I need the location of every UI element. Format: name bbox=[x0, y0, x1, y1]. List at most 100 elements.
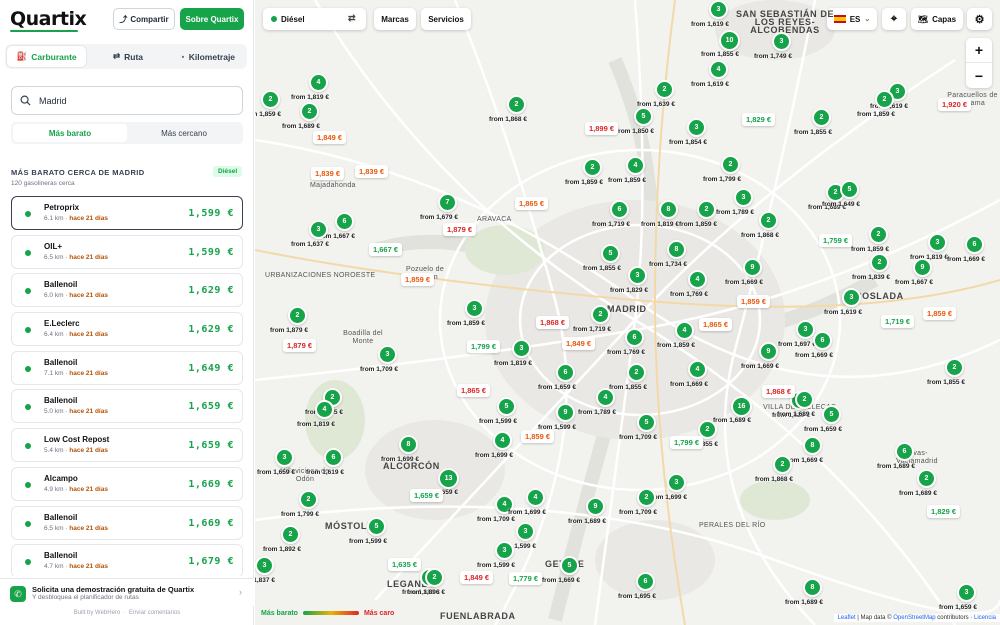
station-cluster[interactable]: 9 bbox=[556, 403, 575, 422]
station-cluster[interactable]: 3 bbox=[842, 288, 861, 307]
swap-icon[interactable]: ⇄ bbox=[348, 13, 362, 25]
station-cluster[interactable]: 2 bbox=[875, 90, 894, 109]
station-cluster[interactable]: 6 bbox=[965, 235, 984, 254]
station-cluster[interactable]: 2 bbox=[261, 90, 280, 109]
station-cluster[interactable]: 3 bbox=[255, 556, 274, 575]
search-input[interactable]: Madrid bbox=[11, 86, 243, 115]
price-pin[interactable]: 1,829 € bbox=[927, 505, 961, 518]
station-cluster[interactable]: 6 bbox=[556, 363, 575, 382]
station-cluster[interactable]: 3 bbox=[465, 299, 484, 318]
station-cluster[interactable]: 6 bbox=[813, 331, 832, 350]
built-by-link[interactable]: Built by WebHero bbox=[74, 610, 121, 616]
station-cluster[interactable]: 4 bbox=[315, 400, 334, 419]
station-cluster[interactable]: 9 bbox=[759, 342, 778, 361]
tab-fuel[interactable]: ⛽ Carburante bbox=[7, 46, 87, 67]
station-cluster[interactable]: 9 bbox=[743, 258, 762, 277]
station-cluster[interactable]: 3 bbox=[667, 473, 686, 492]
station-cluster[interactable]: 3 bbox=[378, 345, 397, 364]
price-pin[interactable]: 1,868 € bbox=[762, 385, 796, 398]
station-cluster[interactable]: 6 bbox=[636, 572, 655, 591]
station-cluster[interactable]: 5 bbox=[560, 556, 579, 575]
station-cluster[interactable]: 8 bbox=[803, 436, 822, 455]
station-cluster[interactable]: 2 bbox=[655, 80, 674, 99]
price-pin[interactable]: 1,859 € bbox=[923, 307, 957, 320]
price-pin[interactable]: 1,859 € bbox=[401, 273, 435, 286]
price-pin[interactable]: 1,879 € bbox=[283, 339, 317, 352]
station-cluster[interactable]: 9 bbox=[586, 497, 605, 516]
price-pin[interactable]: 1,719 € bbox=[881, 315, 915, 328]
price-pin[interactable]: 1,899 € bbox=[585, 122, 619, 135]
services-button[interactable]: Servicios bbox=[421, 8, 471, 30]
station-cluster[interactable]: 3 bbox=[495, 541, 514, 560]
station-card[interactable]: Ballenoil 6.5 km · hace 21 días 1,669 € bbox=[11, 505, 243, 540]
station-cluster[interactable]: 6 bbox=[895, 442, 914, 461]
price-pin[interactable]: 1,859 € bbox=[737, 295, 771, 308]
station-cluster[interactable]: 3 bbox=[957, 583, 976, 602]
sort-nearest[interactable]: Más cercano bbox=[127, 124, 241, 142]
demo-promo[interactable]: ✆ Solicita una demostración gratuita de … bbox=[0, 578, 254, 606]
station-cluster[interactable]: 3 bbox=[628, 266, 647, 285]
station-cluster[interactable]: 5 bbox=[367, 517, 386, 536]
price-pin[interactable]: 1,879 € bbox=[443, 223, 477, 236]
station-cluster[interactable]: 2 bbox=[945, 358, 964, 377]
price-pin[interactable]: 1,865 € bbox=[699, 318, 733, 331]
station-cluster[interactable]: 5 bbox=[497, 397, 516, 416]
station-cluster[interactable]: 2 bbox=[425, 568, 444, 587]
station-cluster[interactable]: 5 bbox=[601, 244, 620, 263]
station-cluster[interactable]: 6 bbox=[324, 448, 343, 467]
station-cluster[interactable]: 2 bbox=[812, 108, 831, 127]
station-cluster[interactable]: 2 bbox=[300, 102, 319, 121]
station-cluster[interactable]: 4 bbox=[688, 360, 707, 379]
price-pin[interactable]: 1,667 € bbox=[369, 243, 403, 256]
station-cluster[interactable]: 6 bbox=[335, 212, 354, 231]
station-cluster[interactable]: 3 bbox=[275, 448, 294, 467]
price-pin[interactable]: 1,759 € bbox=[819, 234, 853, 247]
map[interactable]: Diésel ⇄ Marcas Servicios ES ⌄ ⌖ 🗺 Capas… bbox=[255, 0, 1000, 625]
station-cluster[interactable]: 3 bbox=[512, 339, 531, 358]
price-pin[interactable]: 1,849 € bbox=[562, 337, 596, 350]
station-cluster[interactable]: 6 bbox=[625, 328, 644, 347]
price-pin[interactable]: 1,799 € bbox=[467, 340, 501, 353]
station-cluster[interactable]: 3 bbox=[928, 233, 947, 252]
station-cluster[interactable]: 2 bbox=[583, 158, 602, 177]
station-cluster[interactable]: 9 bbox=[913, 258, 932, 277]
station-cluster[interactable]: 4 bbox=[709, 60, 728, 79]
station-cluster[interactable]: 2 bbox=[721, 155, 740, 174]
station-cluster[interactable]: 16 bbox=[731, 396, 752, 417]
station-cluster[interactable]: 8 bbox=[659, 200, 678, 219]
station-cluster[interactable]: 3 bbox=[516, 522, 535, 541]
station-card[interactable]: Ballenoil 6.0 km · hace 21 días 1,629 € bbox=[11, 273, 243, 308]
share-button[interactable]: ⤴ Compartir bbox=[113, 8, 175, 30]
station-card[interactable]: Alcampo 4.9 km · hace 21 días 1,669 € bbox=[11, 466, 243, 501]
price-pin[interactable]: 1,865 € bbox=[457, 384, 491, 397]
tab-route[interactable]: ⇄ Ruta bbox=[88, 44, 167, 69]
station-cluster[interactable]: 2 bbox=[697, 200, 716, 219]
price-pin[interactable]: 1,839 € bbox=[355, 165, 389, 178]
station-cluster[interactable]: 3 bbox=[734, 188, 753, 207]
station-cluster[interactable]: 2 bbox=[759, 211, 778, 230]
licence-link[interactable]: Licencia bbox=[974, 615, 996, 621]
station-cluster[interactable]: 2 bbox=[773, 455, 792, 474]
station-cluster[interactable]: 8 bbox=[803, 578, 822, 597]
station-cluster[interactable]: 4 bbox=[526, 488, 545, 507]
station-cluster[interactable]: 7 bbox=[438, 193, 457, 212]
station-cluster[interactable]: 2 bbox=[507, 95, 526, 114]
station-cluster[interactable]: 2 bbox=[870, 253, 889, 272]
station-cluster[interactable]: 4 bbox=[675, 321, 694, 340]
sort-cheapest[interactable]: Más barato bbox=[13, 124, 127, 142]
about-button[interactable]: Sobre Quartix bbox=[180, 8, 244, 30]
station-cluster[interactable]: 2 bbox=[795, 390, 814, 409]
station-card[interactable]: Ballenoil 4.7 km · hace 21 días 1,679 € bbox=[11, 544, 243, 576]
zoom-in-button[interactable]: + bbox=[966, 38, 992, 63]
station-cluster[interactable]: 10 bbox=[719, 30, 740, 51]
station-card[interactable]: Petroprix 6.1 km · hace 21 días 1,599 € bbox=[11, 196, 243, 230]
station-card[interactable]: Low Cost Repost 5.4 km · hace 21 días 1,65… bbox=[11, 428, 243, 463]
settings-button[interactable]: ⚙ bbox=[967, 8, 992, 30]
brands-button[interactable]: Marcas bbox=[374, 8, 416, 30]
station-cluster[interactable]: 4 bbox=[688, 270, 707, 289]
station-cluster[interactable]: 4 bbox=[596, 388, 615, 407]
price-pin[interactable]: 1,849 € bbox=[460, 571, 494, 584]
price-pin[interactable]: 1,635 € bbox=[388, 558, 422, 571]
station-cluster[interactable]: 4 bbox=[493, 431, 512, 450]
price-pin[interactable]: 1,839 € bbox=[311, 167, 345, 180]
